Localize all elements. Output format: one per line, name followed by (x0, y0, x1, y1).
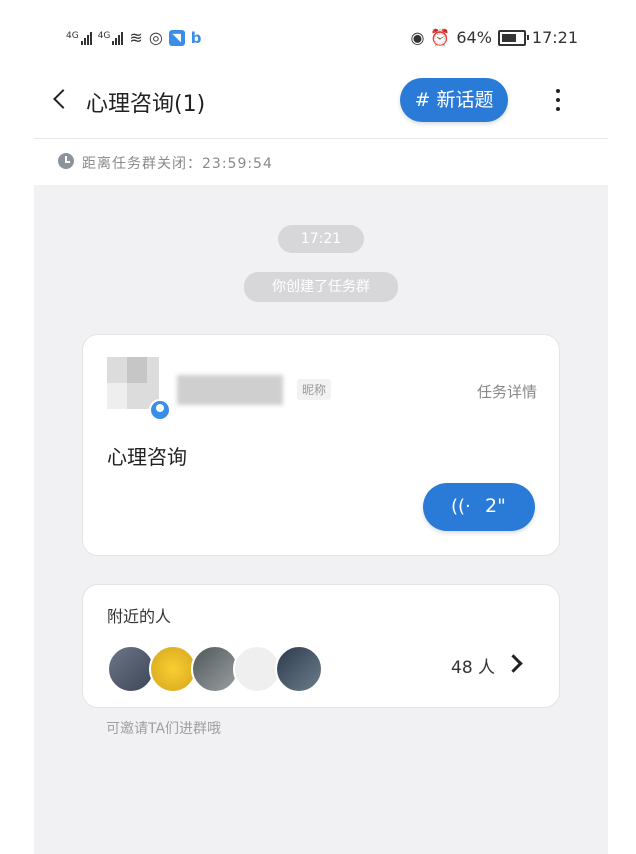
clock-icon (58, 153, 74, 169)
wifi-icon: ≋ (129, 28, 143, 47)
task-detail-link[interactable]: 任务详情 (477, 381, 537, 402)
avatar-image (107, 357, 159, 409)
battery-icon (497, 29, 529, 46)
voice-wave-icon: ((· (451, 496, 471, 517)
task-title: 心理咨询 (107, 445, 187, 469)
back-icon[interactable] (50, 86, 74, 116)
avatar[interactable] (149, 645, 197, 693)
new-topic-button[interactable]: # 新话题 (400, 78, 508, 122)
status-right: ◉ ⏰ 64% 17:21 (410, 28, 578, 47)
app-icon: ◥ (168, 29, 185, 46)
alarm-icon: ⏰ (430, 28, 451, 47)
nickname-tag: 昵称 (297, 379, 332, 400)
user-badge-icon (149, 399, 171, 421)
nearby-title: 附近的人 (107, 607, 172, 626)
invite-tip: 可邀请TA们进群哦 (106, 721, 222, 737)
message-time: 17:21 (278, 225, 364, 253)
avatar[interactable] (233, 645, 281, 693)
status-left: 4G 4G ≋ ◎ ◥ b (66, 28, 202, 47)
clock-time: 17:21 (531, 28, 578, 47)
task-card[interactable]: 昵称 任务详情 心理咨询 ((· 2" (82, 334, 560, 556)
countdown-text: 距离任务群关闭：23:59:54 (82, 156, 273, 172)
system-message: 你创建了任务群 (244, 272, 398, 302)
voice-message-button[interactable]: ((· 2" (423, 483, 535, 531)
nearby-avatars[interactable] (107, 645, 323, 693)
avatar[interactable] (275, 645, 323, 693)
phone-screen: 4G 4G ≋ ◎ ◥ b ◉ ⏰ 64% 17:21 心理咨询(1) # 新话… (34, 14, 608, 854)
user-name-blurred (177, 375, 283, 405)
avatar[interactable] (107, 645, 155, 693)
nearby-count: 48 人 (451, 658, 496, 678)
nav-bar: 心理咨询(1) # 新话题 (34, 64, 608, 139)
more-icon[interactable] (548, 86, 568, 116)
page-title: 心理咨询(1) (86, 92, 206, 117)
signal-icon: 4G (66, 31, 92, 45)
baidu-icon: b (190, 28, 202, 47)
voice-duration: 2" (485, 495, 506, 517)
nearby-people-card[interactable]: 附近的人 48 人 (82, 584, 560, 708)
hotspot-icon: ◎ (148, 28, 163, 47)
status-bar: 4G 4G ≋ ◎ ◥ b ◉ ⏰ 64% 17:21 (34, 14, 608, 64)
avatar[interactable] (107, 357, 171, 421)
battery-percent: 64% (456, 28, 492, 47)
countdown-bar: 距离任务群关闭：23:59:54 (34, 139, 608, 185)
signal-icon: 4G (98, 31, 124, 45)
avatar[interactable] (191, 645, 239, 693)
eye-icon: ◉ (410, 28, 425, 47)
chevron-right-icon[interactable] (504, 654, 523, 673)
